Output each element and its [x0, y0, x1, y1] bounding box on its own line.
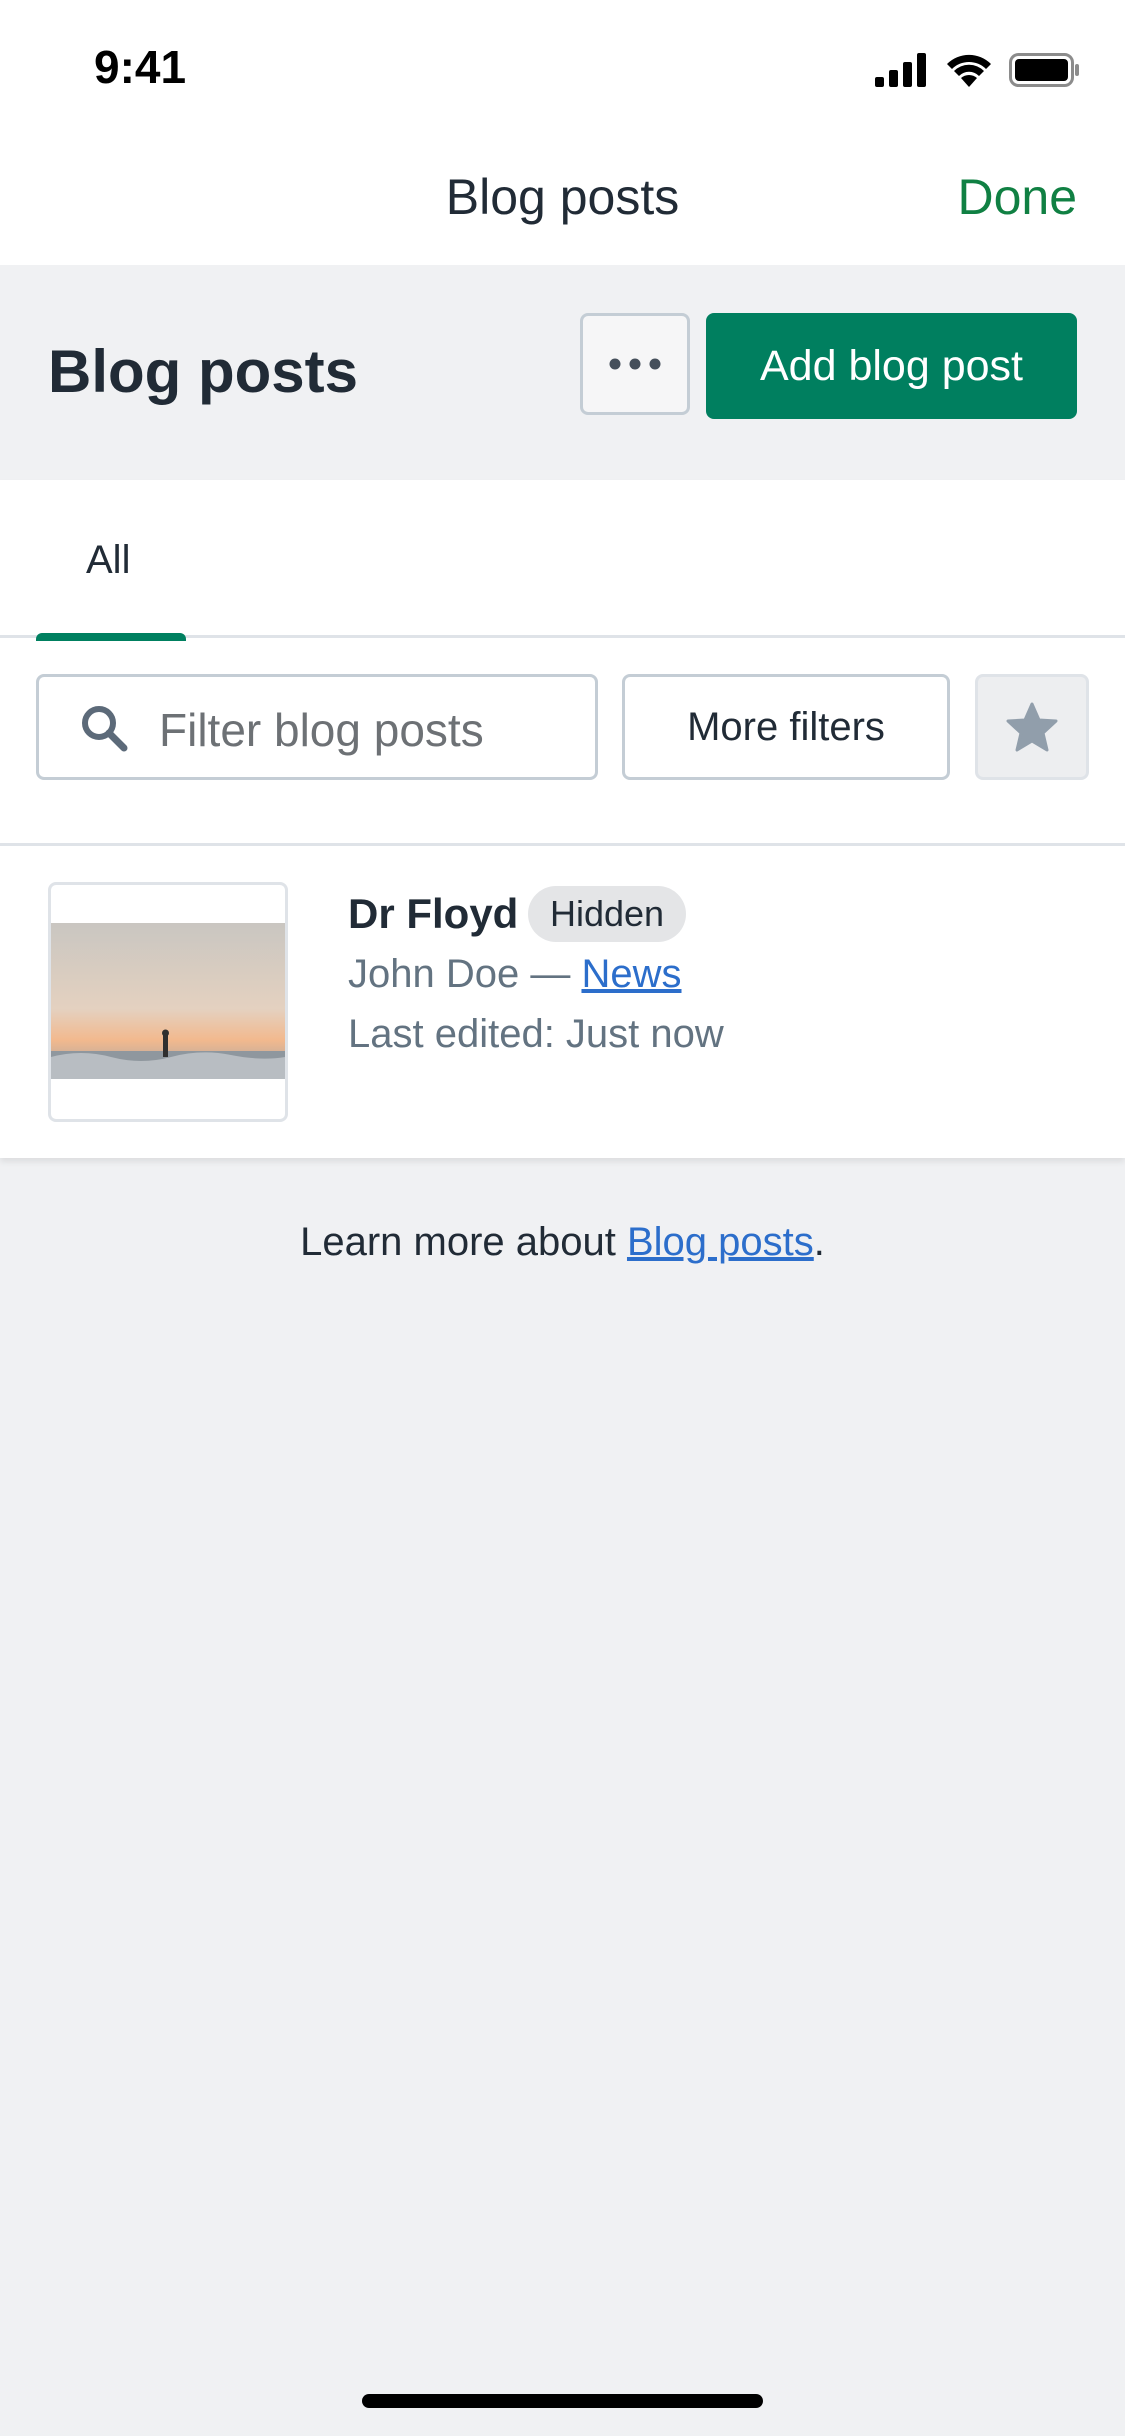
status-time: 9:41: [94, 41, 187, 93]
status-bar: 9:41: [0, 0, 1125, 140]
learn-more-link[interactable]: Blog posts: [627, 1220, 814, 1264]
nav-bar: Blog posts Done: [0, 140, 1125, 265]
star-icon: [1006, 702, 1058, 752]
done-button[interactable]: Done: [957, 168, 1077, 226]
more-filters-button[interactable]: More filters: [622, 674, 950, 780]
status-icons: [875, 50, 1081, 90]
tab-all[interactable]: All: [36, 480, 186, 641]
tabs: All: [0, 480, 1125, 641]
tab-label: All: [86, 538, 131, 582]
more-actions-button[interactable]: [580, 313, 690, 415]
post-blog-link[interactable]: News: [581, 952, 681, 996]
blog-posts-card: All Filter blog posts More filters Dr Fl…: [0, 480, 1125, 1158]
blog-post-row[interactable]: Dr Floyd Hidden John Doe — News Last edi…: [0, 846, 1125, 1158]
search-placeholder: Filter blog posts: [159, 704, 484, 756]
ellipsis-icon: [609, 358, 661, 370]
learn-more-footer: Learn more about Blog posts.: [0, 1220, 1125, 1265]
add-blog-post-button[interactable]: Add blog post: [706, 313, 1077, 419]
nav-title: Blog posts: [445, 169, 680, 225]
post-meta-separator: —: [519, 952, 582, 996]
wifi-icon: [947, 54, 991, 87]
post-image: [51, 923, 285, 1079]
search-input[interactable]: Filter blog posts: [36, 674, 598, 780]
post-last-edited: Last edited: Just now: [348, 1012, 724, 1056]
post-meta: John Doe — News: [348, 952, 682, 997]
post-thumbnail: [48, 882, 288, 1122]
post-author: John Doe: [348, 952, 520, 996]
signal-icon: [875, 53, 926, 87]
home-indicator[interactable]: [362, 2394, 763, 2408]
battery-icon: [1009, 53, 1079, 87]
learn-more-prefix: Learn more about: [300, 1220, 627, 1264]
post-title: Dr Floyd: [348, 890, 519, 937]
status-badge: Hidden: [528, 886, 687, 942]
page-title: Blog posts: [48, 338, 358, 405]
filter-row: Filter blog posts More filters: [0, 638, 1125, 846]
search-icon: [82, 706, 128, 752]
page-header: Blog posts Add blog post: [0, 265, 1125, 480]
learn-more-suffix: .: [813, 1220, 825, 1264]
saved-search-button[interactable]: [975, 674, 1089, 780]
